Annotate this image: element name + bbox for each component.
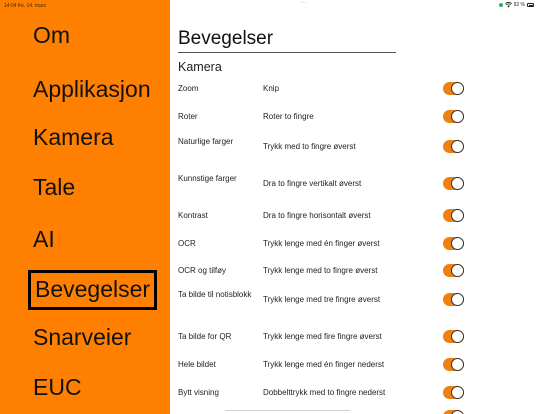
sidebar-item-euc[interactable]: EUC bbox=[33, 376, 82, 399]
wifi-icon bbox=[504, 2, 512, 8]
row-divider bbox=[225, 410, 350, 411]
toggle-knob bbox=[451, 177, 464, 190]
toggle-knob bbox=[451, 410, 464, 414]
sidebar-item-tale[interactable]: Tale bbox=[33, 176, 75, 199]
toggle-knob bbox=[451, 237, 464, 250]
sidebar-item-kamera[interactable]: Kamera bbox=[33, 126, 114, 149]
toggle-knob bbox=[451, 330, 464, 343]
sidebar-item-ai[interactable]: AI bbox=[33, 228, 55, 251]
gesture-name: Naturlige farger bbox=[178, 137, 234, 146]
page-title: Bevegelser bbox=[178, 28, 274, 49]
main-content: Bevegelser Kamera Zoom Knip Roter Roter … bbox=[170, 0, 536, 414]
toggle-knob bbox=[451, 209, 464, 222]
gesture-description: Roter to fingre bbox=[263, 112, 314, 121]
gesture-toggle-ocr[interactable] bbox=[443, 237, 464, 250]
status-bar: 14:04 fre. 14. mars ··· 92 % bbox=[0, 0, 536, 12]
gesture-description: Dra to fingre vertikalt øverst bbox=[263, 179, 362, 188]
section-header: Kamera bbox=[178, 60, 222, 74]
sidebar-item-applikasjon[interactable]: Applikasjon bbox=[33, 78, 151, 101]
gesture-description: Trykk lenge med én finger nederst bbox=[263, 360, 385, 369]
sidebar-item-bevegelser[interactable]: Bevegelser bbox=[28, 270, 158, 310]
title-divider bbox=[178, 52, 396, 53]
gesture-description: Trykk lenge med én finger øverst bbox=[263, 239, 380, 248]
toggle-knob bbox=[451, 293, 464, 306]
gesture-description: Trykk lenge med fire fingre øverst bbox=[263, 332, 382, 341]
sidebar-item-snarveier[interactable]: Snarveier bbox=[33, 326, 131, 349]
partial-row-cutoff bbox=[443, 410, 464, 414]
gesture-description: Dra to fingre horisontalt øverst bbox=[263, 211, 371, 220]
gesture-name: Kunnstige farger bbox=[178, 174, 237, 183]
gesture-name: Hele bildet bbox=[178, 360, 216, 369]
gesture-name: OCR bbox=[178, 239, 196, 248]
gesture-toggle-partial[interactable] bbox=[443, 410, 464, 414]
gesture-description: Trykk med to fingre øverst bbox=[263, 142, 356, 151]
gesture-toggle-ta-bilde-for-qr[interactable] bbox=[443, 330, 464, 343]
toggle-knob bbox=[451, 82, 464, 95]
gesture-name: Bytt visning bbox=[178, 388, 219, 397]
gesture-toggle-naturlige-farger[interactable] bbox=[443, 140, 464, 153]
toggle-knob bbox=[451, 264, 464, 277]
gesture-description: Knip bbox=[263, 84, 280, 93]
gesture-description: Dobbelttrykk med to fingre nederst bbox=[263, 388, 386, 397]
sidebar: Om Applikasjon Kamera Tale AI Bevegelser… bbox=[0, 0, 170, 414]
toggle-knob bbox=[451, 386, 464, 399]
gesture-toggle-kunnstige-farger[interactable] bbox=[443, 177, 464, 190]
gesture-toggle-bytt-visning[interactable] bbox=[443, 386, 464, 399]
gesture-toggle-kontrast[interactable] bbox=[443, 209, 464, 222]
gesture-toggle-zoom[interactable] bbox=[443, 82, 464, 95]
gesture-toggle-ocr-og-tilfoy[interactable] bbox=[443, 264, 464, 277]
gesture-name: Zoom bbox=[178, 84, 199, 93]
gesture-toggle-hele-bildet[interactable] bbox=[443, 358, 464, 371]
toggle-knob bbox=[451, 358, 464, 371]
sidebar-item-om[interactable]: Om bbox=[33, 24, 70, 47]
gesture-name: Ta bilde for QR bbox=[178, 332, 232, 341]
battery-percentage: 92 % bbox=[513, 2, 525, 8]
battery-icon bbox=[527, 3, 534, 7]
gesture-description: Trykk lenge med tre fingre øverst bbox=[263, 295, 381, 304]
gesture-name: OCR og tilføy bbox=[178, 266, 227, 275]
toggle-knob bbox=[451, 140, 464, 153]
gesture-name: Roter bbox=[178, 112, 198, 121]
status-indicators: 92 % bbox=[498, 2, 534, 8]
multitasking-dots[interactable]: ··· bbox=[300, 0, 310, 6]
gesture-description: Trykk lenge med to fingre øverst bbox=[263, 266, 378, 275]
gesture-name: Ta bilde til notisblokk bbox=[178, 290, 252, 299]
toggle-knob bbox=[451, 110, 464, 123]
camera-in-use-icon bbox=[498, 3, 503, 7]
gesture-toggle-roter[interactable] bbox=[443, 110, 464, 123]
status-time: 14:04 fre. 14. mars bbox=[4, 3, 46, 9]
gesture-name: Kontrast bbox=[178, 211, 208, 220]
gesture-toggle-ta-bilde-til-notisblokk[interactable] bbox=[443, 293, 464, 306]
